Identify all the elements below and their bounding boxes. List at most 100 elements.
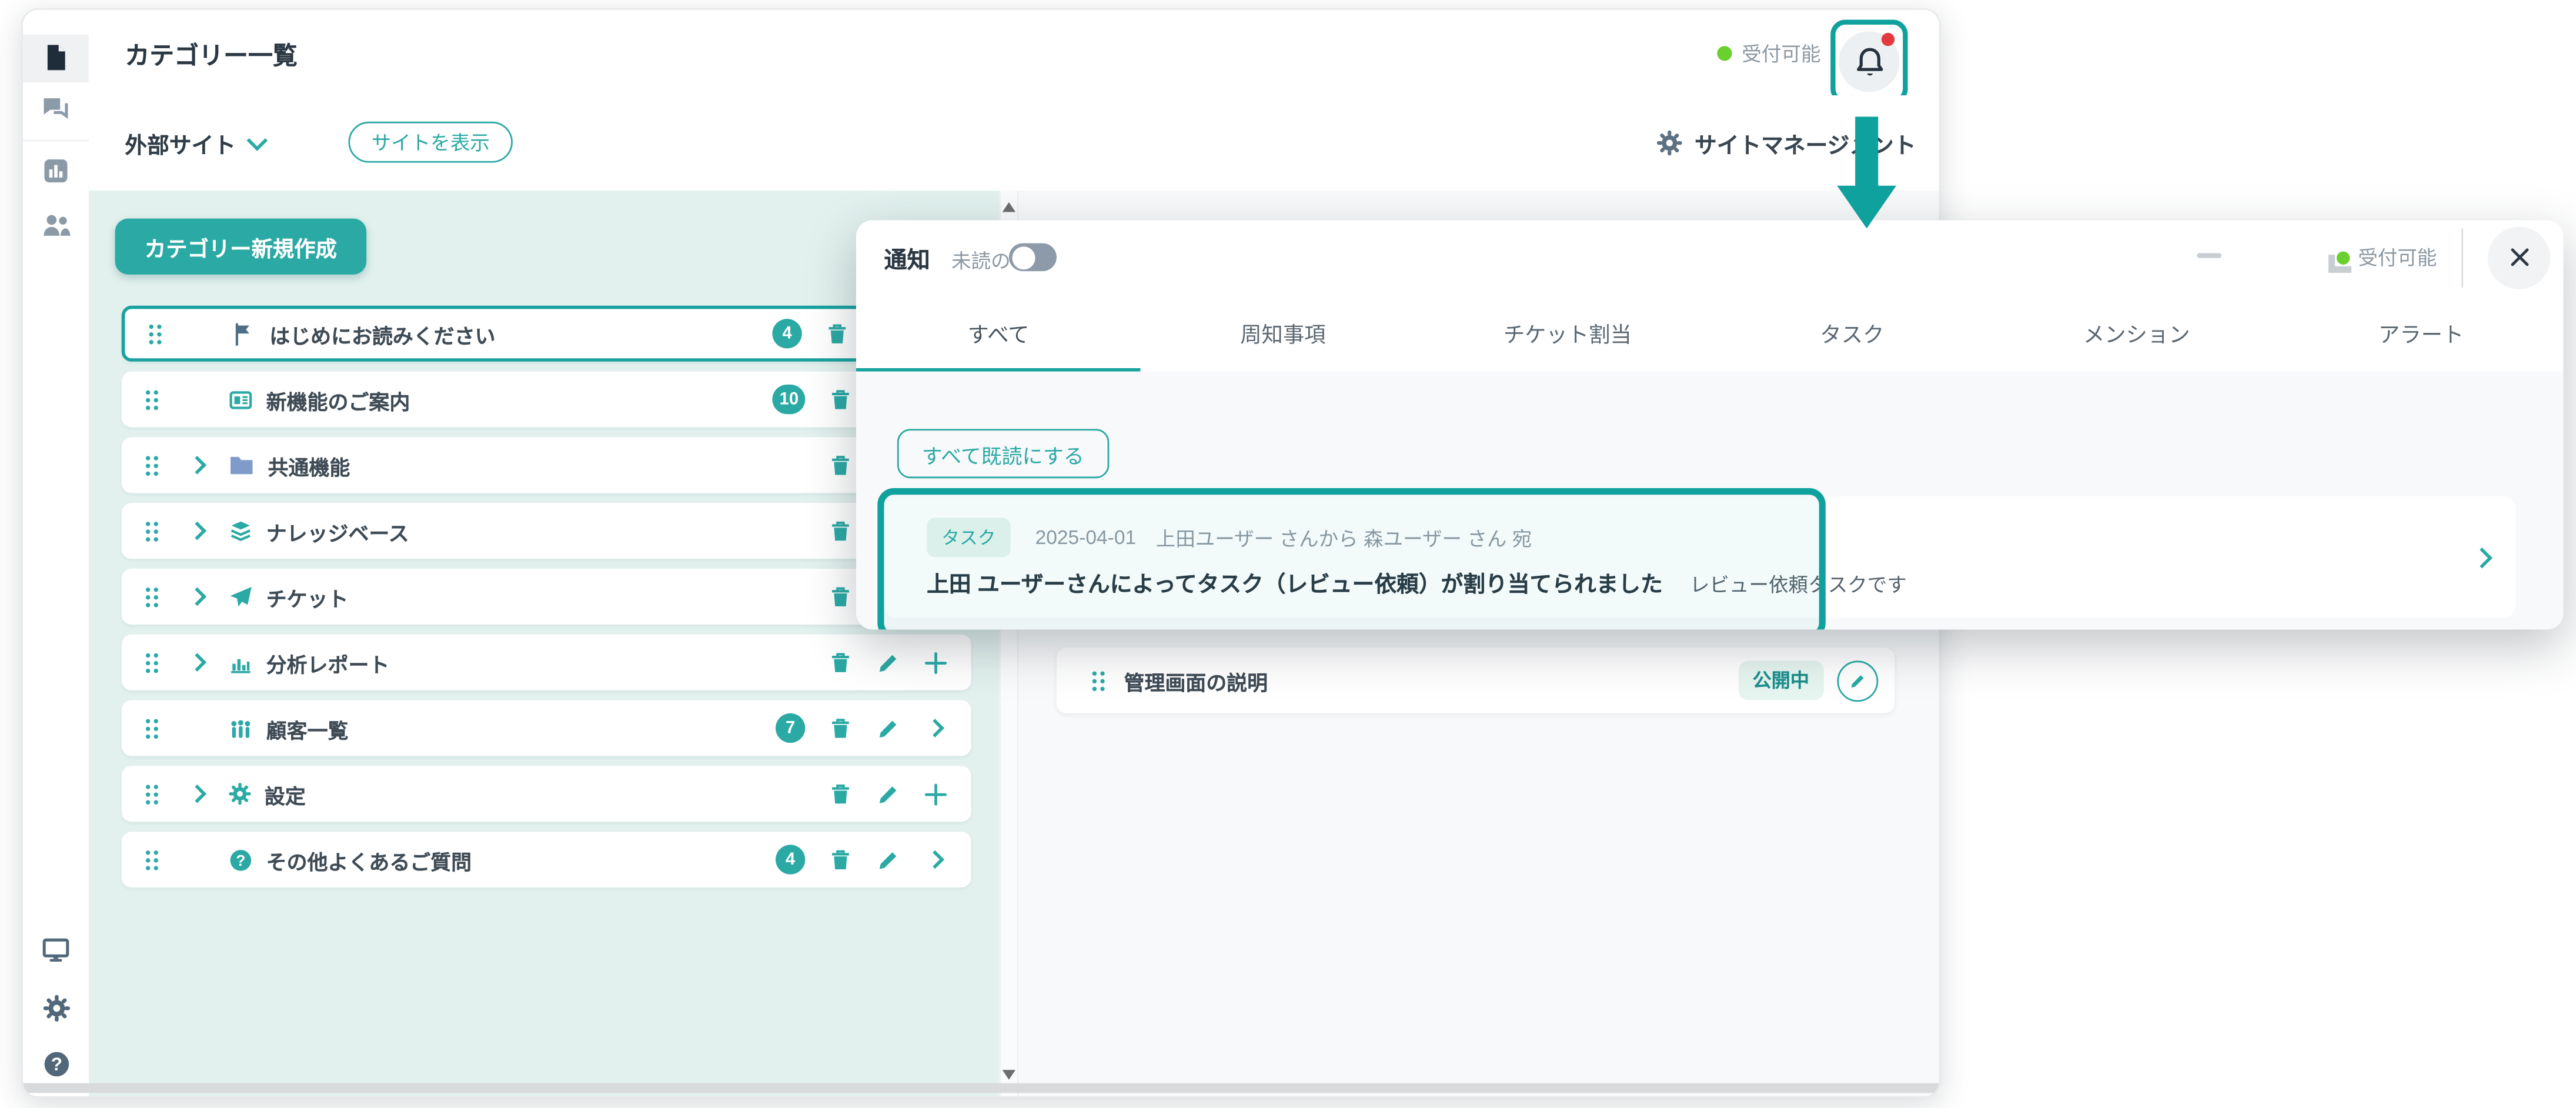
- view-site-button[interactable]: サイトを表示: [348, 122, 513, 163]
- sidebar-item-analytics[interactable]: [23, 148, 89, 194]
- expand-toggle[interactable]: [174, 590, 218, 603]
- chevron-right-icon: [187, 785, 206, 803]
- sidebar-item-users[interactable]: [23, 202, 89, 248]
- chevron-right-icon: [926, 850, 944, 869]
- edit-article-button[interactable]: [1837, 660, 1878, 701]
- tab-label: 周知事項: [1240, 317, 1325, 348]
- scroll-up-arrow[interactable]: [1003, 202, 1015, 212]
- open-category-button[interactable]: [922, 715, 948, 742]
- pencil-icon: [875, 650, 900, 675]
- category-label: はじめにお読みください: [269, 318, 495, 349]
- tab-alerts[interactable]: アラート: [2279, 294, 2564, 371]
- category-row[interactable]: 共通機能: [122, 437, 971, 493]
- chevron-right-icon: [187, 588, 206, 606]
- notification-meta: 上田ユーザー さんから 森ユーザー さん 宛: [1156, 523, 1532, 552]
- edit-button[interactable]: [874, 780, 901, 807]
- expand-toggle[interactable]: [174, 524, 218, 537]
- notification-message: 上田 ユーザーさんによってタスク（レビュー依頼）が割り当てられました: [927, 572, 1663, 597]
- expand-toggle[interactable]: [174, 656, 218, 669]
- sidebar-item-screen[interactable]: [23, 927, 89, 973]
- drag-handle-icon[interactable]: [143, 782, 161, 806]
- tab-ticket-assignment[interactable]: チケット割当: [1425, 294, 1710, 371]
- delete-button[interactable]: [823, 321, 850, 347]
- tab-all[interactable]: すべて: [856, 294, 1141, 371]
- add-subcategory-button[interactable]: [922, 780, 948, 807]
- delete-button[interactable]: [827, 780, 853, 807]
- drag-handle-icon[interactable]: [143, 716, 161, 740]
- horizontal-scrollbar[interactable]: [23, 1083, 1939, 1093]
- tab-tasks[interactable]: タスク: [1710, 294, 1994, 371]
- sidebar-item-settings[interactable]: [23, 984, 89, 1030]
- open-category-button[interactable]: [922, 846, 948, 873]
- chat-icon: [41, 94, 71, 123]
- chevron-right-icon[interactable]: [2471, 548, 2493, 569]
- notification-item[interactable]: タスク 2025-04-01 上田ユーザー さんから 森ユーザー さん 宛 上田…: [884, 496, 2515, 618]
- monitor-icon: [41, 935, 71, 965]
- count-badge: 10: [773, 385, 805, 414]
- tab-announcements[interactable]: 周知事項: [1141, 294, 1425, 371]
- flag-icon: [232, 321, 256, 346]
- status-label: 受付可能: [1742, 39, 1820, 67]
- drag-handle-icon[interactable]: [143, 650, 161, 675]
- mark-all-read-button[interactable]: すべて既読にする: [897, 429, 1109, 478]
- category-row[interactable]: はじめにお読みください 4: [122, 306, 971, 362]
- category-row[interactable]: 顧客一覧 7: [122, 700, 971, 756]
- main-toolbar: 外部サイト サイトを表示 サイトマネージメント: [89, 95, 1939, 191]
- drag-handle-icon[interactable]: [143, 519, 161, 543]
- new-category-button[interactable]: カテゴリー新規作成: [115, 219, 367, 275]
- notification-title: 通知: [884, 243, 930, 276]
- sidebar-item-documents[interactable]: [23, 35, 89, 81]
- category-row[interactable]: ナレッジベース: [122, 503, 971, 559]
- notification-window: 通知 未読のみ 受付可能 すべて 周知事項 チケット割当 タスク メンション ア…: [856, 220, 2564, 629]
- delete-button[interactable]: [827, 518, 853, 544]
- sidebar-item-help[interactable]: [23, 1040, 89, 1086]
- sidebar-item-chat[interactable]: [23, 85, 89, 131]
- notification-bell-button[interactable]: [1839, 31, 1899, 92]
- toggle-knob: [1011, 246, 1034, 269]
- chevron-right-icon: [926, 719, 944, 737]
- delete-button[interactable]: [827, 452, 853, 479]
- category-label: 顧客一覧: [266, 712, 349, 743]
- pencil-icon: [875, 782, 900, 806]
- edit-button[interactable]: [874, 846, 901, 873]
- delete-button[interactable]: [827, 386, 853, 413]
- delete-button[interactable]: [827, 846, 853, 873]
- chevron-right-icon: [187, 456, 206, 475]
- plus-icon: [923, 782, 947, 806]
- site-selector-label: 外部サイト: [125, 126, 236, 159]
- trash-icon: [827, 650, 852, 675]
- status-dot-icon: [1717, 45, 1732, 60]
- delete-button[interactable]: [827, 715, 853, 742]
- trash-icon: [827, 584, 852, 609]
- category-row[interactable]: 分析レポート: [122, 635, 971, 690]
- close-button[interactable]: [2488, 226, 2550, 288]
- site-selector[interactable]: 外部サイト: [125, 95, 263, 191]
- edit-button[interactable]: [874, 715, 901, 742]
- delete-button[interactable]: [827, 583, 853, 610]
- notification-type-badge: タスク: [927, 518, 1011, 557]
- edit-button[interactable]: [874, 649, 901, 676]
- drag-handle-icon[interactable]: [143, 584, 161, 609]
- expand-toggle[interactable]: [174, 787, 218, 800]
- report-icon: [228, 650, 253, 675]
- drag-handle-icon[interactable]: [143, 453, 161, 478]
- drag-handle-icon[interactable]: [143, 847, 161, 872]
- article-row[interactable]: 管理画面の説明 公開中: [1057, 648, 1895, 713]
- unread-only-toggle[interactable]: [1009, 243, 1057, 272]
- drag-handle-icon[interactable]: [146, 321, 165, 346]
- category-row[interactable]: チケット: [122, 569, 971, 625]
- category-row[interactable]: 新機能のご案内 10: [122, 372, 971, 428]
- drag-handle-icon[interactable]: [1090, 668, 1108, 693]
- site-management-link[interactable]: サイトマネージメント: [1657, 95, 1916, 191]
- bell-highlight-annotation: [1830, 20, 1907, 104]
- scroll-down-arrow[interactable]: [1003, 1070, 1015, 1080]
- tab-mentions[interactable]: メンション: [1994, 294, 2279, 371]
- drag-handle-icon[interactable]: [143, 387, 161, 412]
- header-divider: [2461, 228, 2463, 287]
- delete-button[interactable]: [827, 649, 853, 676]
- expand-toggle[interactable]: [174, 459, 218, 472]
- tab-label: すべて: [967, 317, 1029, 348]
- add-subcategory-button[interactable]: [922, 649, 948, 676]
- category-row[interactable]: 設定: [122, 766, 971, 822]
- category-row[interactable]: その他よくあるご質問 4: [122, 832, 971, 887]
